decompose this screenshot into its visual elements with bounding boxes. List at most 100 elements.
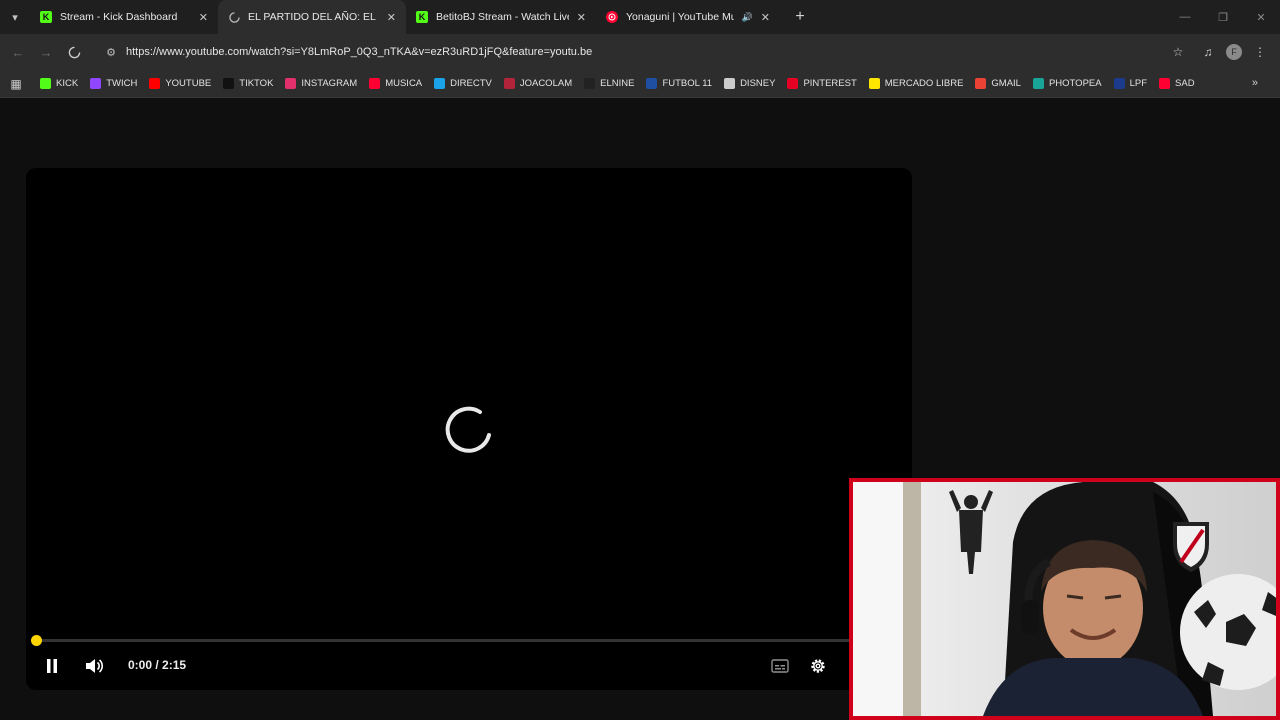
mercadolibre-icon xyxy=(868,78,880,89)
webcam-feed-image xyxy=(853,482,1276,716)
close-icon[interactable]: ✕ xyxy=(387,11,396,24)
volume-button[interactable] xyxy=(82,654,106,678)
loading-spinner-icon xyxy=(228,11,240,23)
bookmark-label: KICK xyxy=(56,78,79,89)
volume-icon xyxy=(86,659,104,673)
tiktok-icon xyxy=(223,78,235,89)
bookmark-label: YOUTUBE xyxy=(165,78,212,89)
bookmark-item[interactable]: JOACOLAM xyxy=(503,78,573,89)
bookmark-label: TIKTOK xyxy=(239,78,274,89)
bookmark-item[interactable]: PINTEREST xyxy=(787,78,857,89)
bookmark-item[interactable]: DISNEY xyxy=(724,78,775,89)
bookmark-item[interactable]: LPF xyxy=(1113,78,1148,89)
pinterest-icon xyxy=(787,78,799,89)
youtube-music-icon xyxy=(606,11,618,23)
back-arrow-icon[interactable]: ← xyxy=(4,38,32,66)
tab-title: EL PARTIDO DEL AÑO: EL UNIT xyxy=(248,11,379,23)
close-icon[interactable]: ✕ xyxy=(199,11,208,24)
more-bookmarks-icon[interactable]: » xyxy=(1252,77,1258,89)
tab-title: BetitoBJ Stream - Watch Live o xyxy=(436,11,569,23)
tab-search-chevron-icon[interactable]: ▾ xyxy=(0,0,30,34)
bookmark-item[interactable]: YOUTUBE xyxy=(149,78,211,89)
bookmark-item[interactable]: MUSICA xyxy=(369,78,422,89)
elnine-icon xyxy=(584,78,596,89)
bookmark-item[interactable]: ELNINE xyxy=(584,78,634,89)
kick-icon: K xyxy=(416,11,428,23)
youtube-music-icon xyxy=(369,78,381,89)
subtitles-icon xyxy=(771,659,789,673)
close-icon[interactable]: ✕ xyxy=(761,11,770,24)
bookmark-label: PHOTOPEA xyxy=(1048,78,1102,89)
directv-icon xyxy=(434,78,446,89)
stop-loading-icon[interactable] xyxy=(60,38,88,66)
webcam-overlay xyxy=(849,478,1280,720)
new-tab-button[interactable]: + xyxy=(788,8,812,26)
bookmark-list: KICK TWICH YOUTUBE TIKTOK INSTAGRAM MUSICA DIR… xyxy=(40,78,1207,89)
bookmark-item[interactable]: INSTAGRAM xyxy=(285,78,357,89)
bookmark-label: PINTEREST xyxy=(803,78,857,89)
minimize-icon[interactable]: — xyxy=(1166,0,1204,34)
profile-avatar[interactable]: F xyxy=(1226,44,1242,60)
lpf-icon xyxy=(1113,78,1125,89)
progress-scrubber[interactable] xyxy=(31,635,42,646)
bookmark-label: LPF xyxy=(1129,78,1148,89)
bookmarks-bar: ▦ KICK TWICH YOUTUBE TIKTOK INSTAGRAM MUSICA D… xyxy=(0,70,1280,98)
pause-button[interactable] xyxy=(40,654,64,678)
bookmark-label: GMAIL xyxy=(991,78,1021,89)
bookmark-item[interactable]: KICK xyxy=(40,78,78,89)
site-info-icon[interactable]: ⚙ xyxy=(96,46,126,59)
address-bar[interactable]: ⚙ https://www.youtube.com/watch?si=Y8LmR… xyxy=(96,39,1186,65)
forward-arrow-icon[interactable]: → xyxy=(32,38,60,66)
tab-title: Yonaguni | YouTube Music xyxy=(626,11,734,23)
photopea-icon xyxy=(1032,78,1044,89)
bookmark-item[interactable]: DIRECTV xyxy=(434,78,492,89)
sad-icon xyxy=(1159,78,1171,89)
tab-yonaguni-youtube-music[interactable]: Yonaguni | YouTube Music 🔊 ✕ xyxy=(596,0,780,34)
bookmark-star-icon[interactable]: ☆ xyxy=(1166,40,1190,64)
futbol11-icon xyxy=(646,78,658,89)
video-player[interactable]: 0:00 / 2:15 xyxy=(26,168,912,690)
tab-betitobj-stream[interactable]: K BetitoBJ Stream - Watch Live o ✕ xyxy=(406,0,596,34)
bookmark-item[interactable]: SAD xyxy=(1159,78,1195,89)
pause-icon xyxy=(47,659,57,673)
joacolam-icon xyxy=(503,78,515,89)
tab-kick-dashboard[interactable]: K Stream - Kick Dashboard ✕ xyxy=(30,0,218,34)
close-icon[interactable]: ✕ xyxy=(577,11,586,24)
progress-bar[interactable] xyxy=(36,639,902,642)
toolbar-actions: ☆ ♫ F ⋮ xyxy=(1166,40,1272,64)
restore-icon[interactable]: ❐ xyxy=(1204,0,1242,34)
time-display: 0:00 / 2:15 xyxy=(128,658,187,672)
speaker-icon[interactable]: 🔊 xyxy=(742,12,753,23)
tab-title: Stream - Kick Dashboard xyxy=(60,11,178,23)
bookmark-label: DIRECTV xyxy=(450,78,492,89)
bookmark-label: ELNINE xyxy=(600,78,635,89)
bookmark-item[interactable]: TWICH xyxy=(90,78,137,89)
bookmark-label: FUTBOL 11 xyxy=(662,78,713,89)
bookmark-item[interactable]: GMAIL xyxy=(975,78,1021,89)
tab-el-partido[interactable]: EL PARTIDO DEL AÑO: EL UNIT ✕ xyxy=(218,0,406,34)
bookmark-label: SAD xyxy=(1175,78,1195,89)
browser-toolbar: ← → ⚙ https://www.youtube.com/watch?si=Y… xyxy=(0,34,1280,70)
kick-icon xyxy=(40,78,51,89)
tab-strip: ▾ K Stream - Kick Dashboard ✕ EL PARTIDO… xyxy=(0,0,1280,34)
close-window-icon[interactable]: ✕ xyxy=(1242,0,1280,34)
disney-icon xyxy=(724,78,736,89)
media-control-icon[interactable]: ♫ xyxy=(1196,40,1220,64)
apps-grid-icon[interactable]: ▦ xyxy=(6,74,26,94)
window-controls: — ❐ ✕ xyxy=(1166,0,1280,34)
kick-icon: K xyxy=(40,11,52,23)
bookmark-item[interactable]: PHOTOPEA xyxy=(1032,78,1102,89)
bookmark-label: MUSICA xyxy=(385,78,423,89)
bookmark-label: JOACOLAM xyxy=(519,78,573,89)
bookmark-label: DISNEY xyxy=(740,78,776,89)
bookmark-item[interactable]: FUTBOL 11 xyxy=(646,78,712,89)
youtube-icon xyxy=(149,78,161,89)
menu-kebab-icon[interactable]: ⋮ xyxy=(1248,40,1272,64)
settings-button[interactable] xyxy=(806,654,830,678)
bookmark-item[interactable]: TIKTOK xyxy=(223,78,273,89)
url-text[interactable]: https://www.youtube.com/watch?si=Y8LmRoP… xyxy=(126,46,592,58)
bookmark-item[interactable]: MERCADO LIBRE xyxy=(868,78,963,89)
subtitles-button[interactable] xyxy=(768,654,792,678)
gear-icon xyxy=(811,659,825,673)
bookmark-label: TWICH xyxy=(106,78,138,89)
